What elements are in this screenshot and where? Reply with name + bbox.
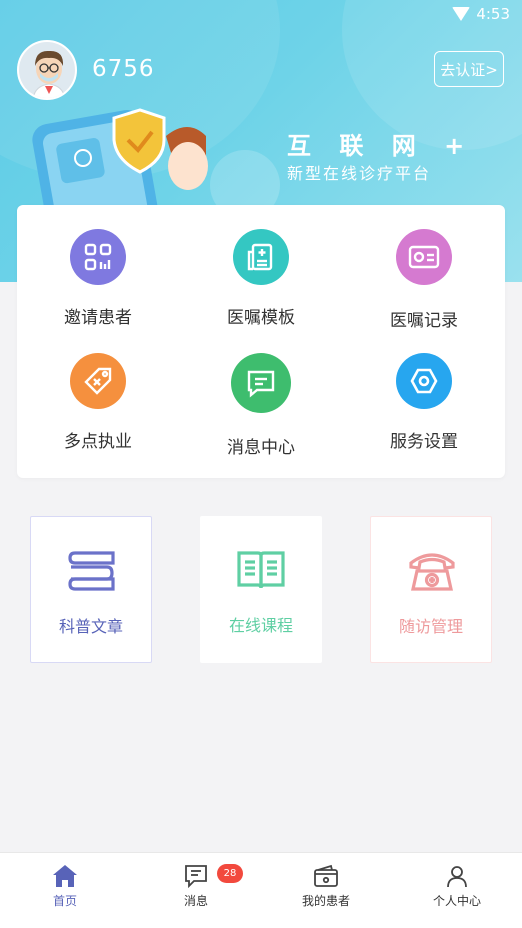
grid-item-label: 消息中心 [227, 438, 295, 458]
grid-item-label: 多点执业 [64, 432, 132, 452]
tile-label: 随访管理 [398, 617, 463, 636]
home-icon [53, 865, 77, 887]
grid-item-label: 医嘱模板 [227, 308, 295, 328]
chat-icon [231, 353, 291, 413]
hex-settings-icon [396, 353, 452, 409]
tile-label: 在线课程 [228, 616, 293, 635]
username: 6756 [92, 56, 155, 82]
grid-item-label: 邀请患者 [64, 308, 132, 328]
grid-item-multi-practice[interactable]: 多点执业 [17, 329, 179, 452]
document-plus-icon [233, 229, 289, 285]
tile-label: 科普文章 [58, 617, 123, 636]
grid-item-message-center[interactable]: 消息中心 [180, 329, 342, 458]
telephone-icon [409, 553, 455, 591]
tab-label: 我的患者 [301, 894, 350, 908]
message-icon [185, 865, 207, 889]
bottom-tab-bar: 首页 28 消息 我的患者 个人中心 [0, 852, 522, 928]
feature-grid: 邀请患者 医嘱模板 医嘱记录 多点执业 消息中心 服务设置 [17, 205, 505, 478]
quick-tiles: 科普文章 在线课程 随访管理 [0, 516, 522, 664]
slogan-subtitle: 新型在线诊疗平台 [287, 164, 432, 183]
tab-my-patients[interactable]: 我的患者 [261, 853, 391, 928]
tab-label: 个人中心 [432, 894, 481, 908]
tab-messages[interactable]: 28 消息 [131, 853, 261, 928]
person-icon [447, 866, 467, 888]
avatar[interactable] [17, 40, 77, 100]
tile-online-courses[interactable]: 在线课程 [200, 516, 322, 663]
tab-label: 首页 [52, 894, 77, 908]
wallet-icon [314, 864, 338, 887]
grid-item-order-record[interactable]: 医嘱记录 [343, 205, 505, 331]
tag-icon [70, 353, 126, 409]
tile-science-articles[interactable]: 科普文章 [30, 516, 152, 663]
tab-home[interactable]: 首页 [0, 853, 130, 928]
grid-item-invite-patient[interactable]: 邀请患者 [17, 205, 179, 328]
grid-item-order-template[interactable]: 医嘱模板 [180, 205, 342, 328]
record-card-icon [396, 229, 452, 285]
qr-code-icon [70, 229, 126, 285]
grid-item-service-settings[interactable]: 服务设置 [343, 329, 505, 452]
wifi-icon [452, 7, 471, 21]
tile-followup-management[interactable]: 随访管理 [370, 516, 492, 663]
status-bar: 4:53 [452, 5, 510, 23]
grid-item-label: 服务设置 [390, 432, 458, 452]
tab-personal-center[interactable]: 个人中心 [392, 853, 522, 928]
grid-item-label: 医嘱记录 [390, 311, 458, 331]
unread-badge: 28 [217, 864, 243, 883]
status-time: 4:53 [476, 5, 510, 23]
verify-button[interactable]: 去认证> [434, 51, 504, 87]
slogan-title: 互 联 网 + [287, 132, 475, 160]
books-icon [68, 551, 115, 591]
tab-label: 消息 [183, 894, 208, 908]
open-book-icon [237, 551, 285, 589]
